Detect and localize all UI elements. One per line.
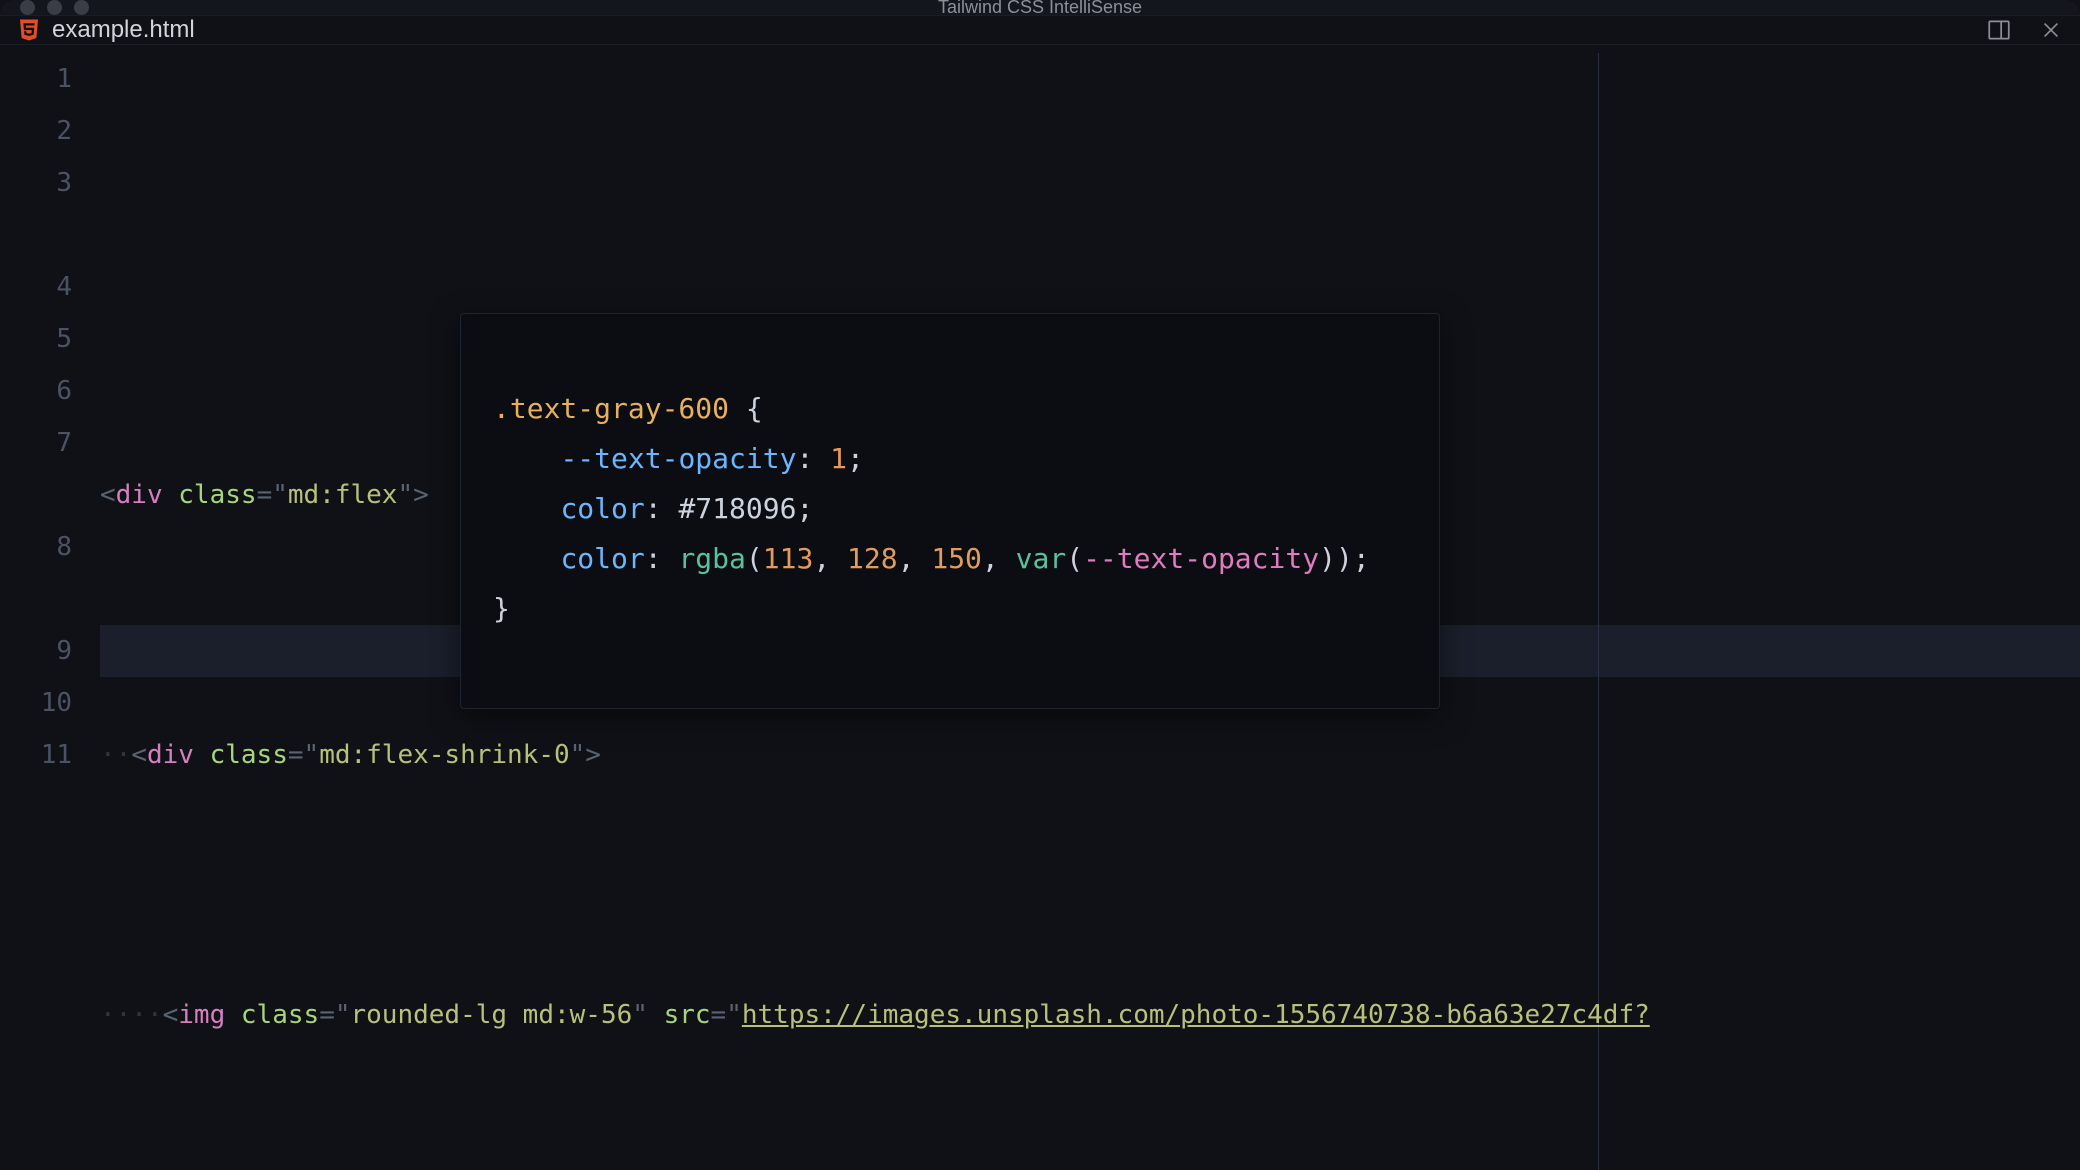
window-title: Tailwind CSS IntelliSense	[0, 0, 2080, 18]
line-number: 11	[0, 729, 72, 781]
minimize-window-icon[interactable]	[47, 0, 62, 15]
titlebar: Tailwind CSS IntelliSense	[0, 0, 2080, 16]
code-line[interactable]: ··<div class="md:flex-shrink-0">	[100, 729, 2080, 781]
line-number: 5	[0, 313, 72, 365]
line-number: 4	[0, 261, 72, 313]
code-editor[interactable]: 1 2 3 4 5 6 7 8 9 10 11 <div class="md:f…	[0, 45, 2080, 1170]
line-number: 2	[0, 105, 72, 157]
line-number: 8	[0, 521, 72, 573]
html5-icon	[18, 18, 40, 42]
line-number	[0, 469, 72, 521]
code-line[interactable]: ····<img class="rounded-lg md:w-56" src=…	[100, 989, 2080, 1041]
editor-window: Tailwind CSS IntelliSense example.html 1…	[0, 0, 2080, 1170]
tab-bar: example.html	[0, 16, 2080, 45]
line-number	[0, 573, 72, 625]
intellisense-hover-tooltip: .text-gray-600 { --text-opacity: 1; colo…	[460, 313, 1440, 709]
line-number-gutter: 1 2 3 4 5 6 7 8 9 10 11	[0, 53, 100, 1170]
line-number: 9	[0, 625, 72, 677]
file-tab-label: example.html	[52, 16, 195, 44]
tab-actions	[1986, 17, 2062, 43]
code-area[interactable]: <div class="md:flex"> ··<div class="md:f…	[100, 53, 2080, 1170]
close-window-icon[interactable]	[20, 0, 35, 15]
traffic-lights	[0, 0, 89, 15]
file-tab[interactable]: example.html	[18, 16, 195, 44]
maximize-window-icon[interactable]	[74, 0, 89, 15]
line-number: 3	[0, 157, 72, 209]
line-number: 1	[0, 53, 72, 105]
close-icon[interactable]	[2040, 19, 2062, 41]
line-number: 7	[0, 417, 72, 469]
split-editor-icon[interactable]	[1986, 17, 2012, 43]
line-number: 6	[0, 365, 72, 417]
line-number	[0, 209, 72, 261]
line-number: 10	[0, 677, 72, 729]
